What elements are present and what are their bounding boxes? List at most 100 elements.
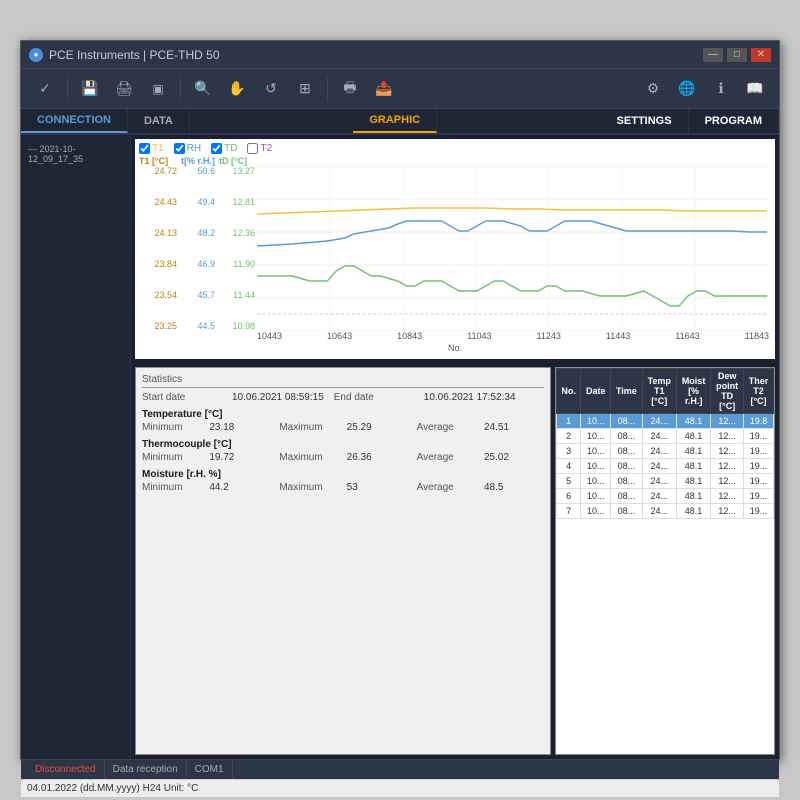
thermo-avg-label: Average — [417, 452, 474, 463]
main-content: T1 RH TD T2 24.72 — [131, 135, 779, 759]
hand-button[interactable]: ✋ — [221, 73, 253, 105]
table-header-row: No. Date Time TempT1[°C] Moist[%r.H.] De… — [557, 369, 774, 414]
bottom-section: Statistics Start date 10.06.2021 08:59:1… — [131, 363, 779, 759]
thermo-max-value: 26.36 — [347, 452, 407, 463]
table-row[interactable]: 110...08...24...48.112...19.8 — [557, 414, 774, 429]
table-row[interactable]: 710...08...24...48.112...19... — [557, 504, 774, 519]
temp-min-value: 23.18 — [209, 422, 269, 433]
table-cell: 48.1 — [676, 444, 710, 459]
close-button[interactable]: ✕ — [751, 48, 771, 62]
col-t2: TherT2[°C] — [744, 369, 774, 414]
table-cell: 24... — [642, 414, 676, 429]
tab-program[interactable]: PROGRAM — [689, 109, 779, 133]
table-cell: 19... — [744, 459, 774, 474]
print2-button[interactable]: ▣ — [142, 73, 174, 105]
refresh-button[interactable]: ↺ — [255, 73, 287, 105]
table-cell: 10... — [581, 504, 611, 519]
y-axis-rh-label: t[% r.H.] — [181, 156, 215, 166]
table-cell: 08... — [611, 429, 642, 444]
sidebar-date: — 2021-10-12_09_17_35 — [25, 141, 126, 167]
moisture-avg-label: Average — [417, 482, 474, 493]
status-bottom: 04.01.2022 (dd.MM.yyyy) H24 Unit: °C — [21, 779, 779, 797]
table-cell: 48.1 — [676, 414, 710, 429]
table-row[interactable]: 410...08...24...48.112...19... — [557, 459, 774, 474]
table-cell: 12... — [711, 429, 744, 444]
table-row[interactable]: 210...08...24...48.112...19... — [557, 429, 774, 444]
moisture-max-value: 53 — [347, 482, 407, 493]
temp-max-value: 25.29 — [347, 422, 407, 433]
checkbox-rh[interactable]: RH — [174, 143, 201, 154]
moisture-min-label: Minimum — [142, 482, 199, 493]
end-date-label: End date — [334, 392, 414, 403]
statistics-box: Statistics Start date 10.06.2021 08:59:1… — [135, 367, 551, 755]
y-axis-t1: 24.72 24.43 24.13 23.84 23.54 23.25 — [139, 166, 177, 331]
maximize-button[interactable]: □ — [727, 48, 747, 62]
book-button[interactable]: 📖 — [739, 73, 771, 105]
t2-checkbox[interactable] — [247, 143, 258, 154]
minimize-button[interactable]: — — [703, 48, 723, 62]
grid-button[interactable]: ⊞ — [289, 73, 321, 105]
thermo-avg-value: 25.02 — [484, 452, 544, 463]
table-cell: 7 — [557, 504, 581, 519]
export-button[interactable]: 📤 — [368, 73, 400, 105]
table-cell: 19... — [744, 444, 774, 459]
tab-graphic[interactable]: GRAPHIC — [353, 109, 437, 133]
table-cell: 48.1 — [676, 429, 710, 444]
table-row[interactable]: 610...08...24...48.112...19... — [557, 489, 774, 504]
table-cell: 08... — [611, 504, 642, 519]
table-cell: 08... — [611, 489, 642, 504]
col-no: No. — [557, 369, 581, 414]
globe-button[interactable]: 🌐 — [671, 73, 703, 105]
t1-checkbox[interactable] — [139, 143, 150, 154]
toolbar-separator3 — [327, 77, 328, 101]
tab-data[interactable]: DATA — [128, 109, 190, 133]
app-icon: ● — [29, 48, 43, 62]
settings-gear-button[interactable]: ⚙ — [637, 73, 669, 105]
table-cell: 48.1 — [676, 489, 710, 504]
status-data-reception: Data reception — [105, 760, 187, 779]
moisture-section-title: Moisture [r.H. %] — [142, 469, 544, 480]
checkbox-td[interactable]: TD — [211, 143, 237, 154]
window-title: PCE Instruments | PCE-THD 50 — [49, 48, 703, 62]
moisture-avg-value: 48.5 — [484, 482, 544, 493]
table-cell: 08... — [611, 474, 642, 489]
start-date-label: Start date — [142, 392, 222, 403]
table-cell: 4 — [557, 459, 581, 474]
table-cell: 08... — [611, 444, 642, 459]
thermo-section-title: Thermocouple [°C] — [142, 439, 544, 450]
checkbox-t1[interactable]: T1 — [139, 143, 164, 154]
chart-area: 24.72 24.43 24.13 23.84 23.54 23.25 T1 [… — [139, 156, 771, 341]
table-row[interactable]: 310...08...24...48.112...19... — [557, 444, 774, 459]
nav-bar: CONNECTION DATA GRAPHIC SETTINGS PROGRAM — [21, 109, 779, 135]
rh-checkbox[interactable] — [174, 143, 185, 154]
check-button[interactable]: ✓ — [29, 73, 61, 105]
temp-section-title: Temperature [°C] — [142, 409, 544, 420]
tab-settings[interactable]: SETTINGS — [601, 109, 689, 133]
status-bar: Disconnected Data reception COM1 — [21, 759, 779, 779]
save-button[interactable]: 💾 — [74, 73, 106, 105]
td-checkbox[interactable] — [211, 143, 222, 154]
table-row[interactable]: 510...08...24...48.112...19... — [557, 474, 774, 489]
table-cell: 24... — [642, 429, 676, 444]
content-area: — 2021-10-12_09_17_35 T1 RH TD — [21, 135, 779, 759]
tab-connection[interactable]: CONNECTION — [21, 109, 128, 133]
nav-spacer — [190, 109, 353, 133]
table-cell: 10... — [581, 444, 611, 459]
table-cell: 24... — [642, 489, 676, 504]
print-setup-button[interactable]: 🖨 — [108, 73, 140, 105]
data-table: No. Date Time TempT1[°C] Moist[%r.H.] De… — [556, 368, 774, 519]
print3-button[interactable]: 🖶 — [334, 73, 366, 105]
statistics-title: Statistics — [142, 374, 544, 388]
table-cell: 2 — [557, 429, 581, 444]
thermo-min-label: Minimum — [142, 452, 199, 463]
y-axis-td: 13.27 12.81 12.36 11.90 11.44 10.98 — [219, 166, 255, 331]
zoom-button[interactable]: 🔍 — [187, 73, 219, 105]
table-cell: 6 — [557, 489, 581, 504]
moisture-max-label: Maximum — [279, 482, 336, 493]
checkbox-t2[interactable]: T2 — [247, 143, 272, 154]
table-cell: 12... — [711, 504, 744, 519]
table-cell: 24... — [642, 504, 676, 519]
table-cell: 48.1 — [676, 474, 710, 489]
table-cell: 48.1 — [676, 504, 710, 519]
info-button[interactable]: ℹ — [705, 73, 737, 105]
